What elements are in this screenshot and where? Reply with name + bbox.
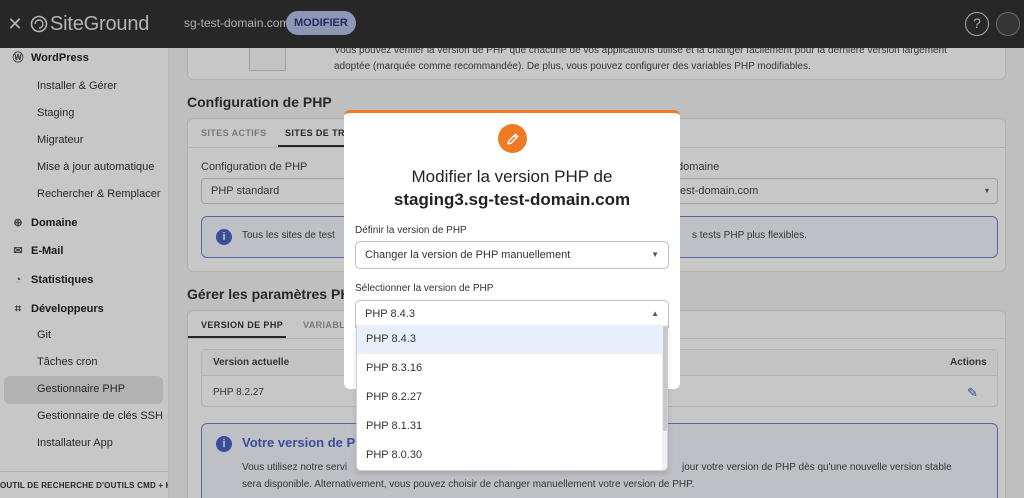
- modal-title-line1: Modifier la version PHP de: [411, 167, 613, 186]
- dropdown-scrollbar-thumb[interactable]: [663, 326, 667, 431]
- select-version-select[interactable]: PHP 8.4.3 ▲: [355, 300, 669, 328]
- php-version-dropdown: PHP 8.4.3 PHP 8.3.16 PHP 8.2.27 PHP 8.1.…: [356, 325, 668, 471]
- dropdown-option[interactable]: PHP 8.1.31: [357, 412, 662, 441]
- select-version-label: Sélectionner la version de PHP: [355, 283, 494, 294]
- caret-up-icon: ▲: [651, 309, 659, 318]
- dropdown-option[interactable]: PHP 8.2.27: [357, 383, 662, 412]
- define-version-select[interactable]: Changer la version de PHP manuellement ▼: [355, 241, 669, 269]
- define-version-value: Changer la version de PHP manuellement: [365, 249, 571, 261]
- dropdown-option[interactable]: PHP 8.0.30: [357, 441, 662, 470]
- dropdown-option[interactable]: PHP 8.3.16: [357, 354, 662, 383]
- modal-title-line2: staging3.sg-test-domain.com: [393, 190, 631, 209]
- pencil-icon: [498, 124, 527, 153]
- caret-down-icon: ▼: [651, 250, 659, 259]
- select-version-value: PHP 8.4.3: [365, 308, 415, 320]
- define-version-label: Définir la version de PHP: [355, 225, 467, 236]
- dropdown-option[interactable]: PHP 8.4.3: [357, 325, 662, 354]
